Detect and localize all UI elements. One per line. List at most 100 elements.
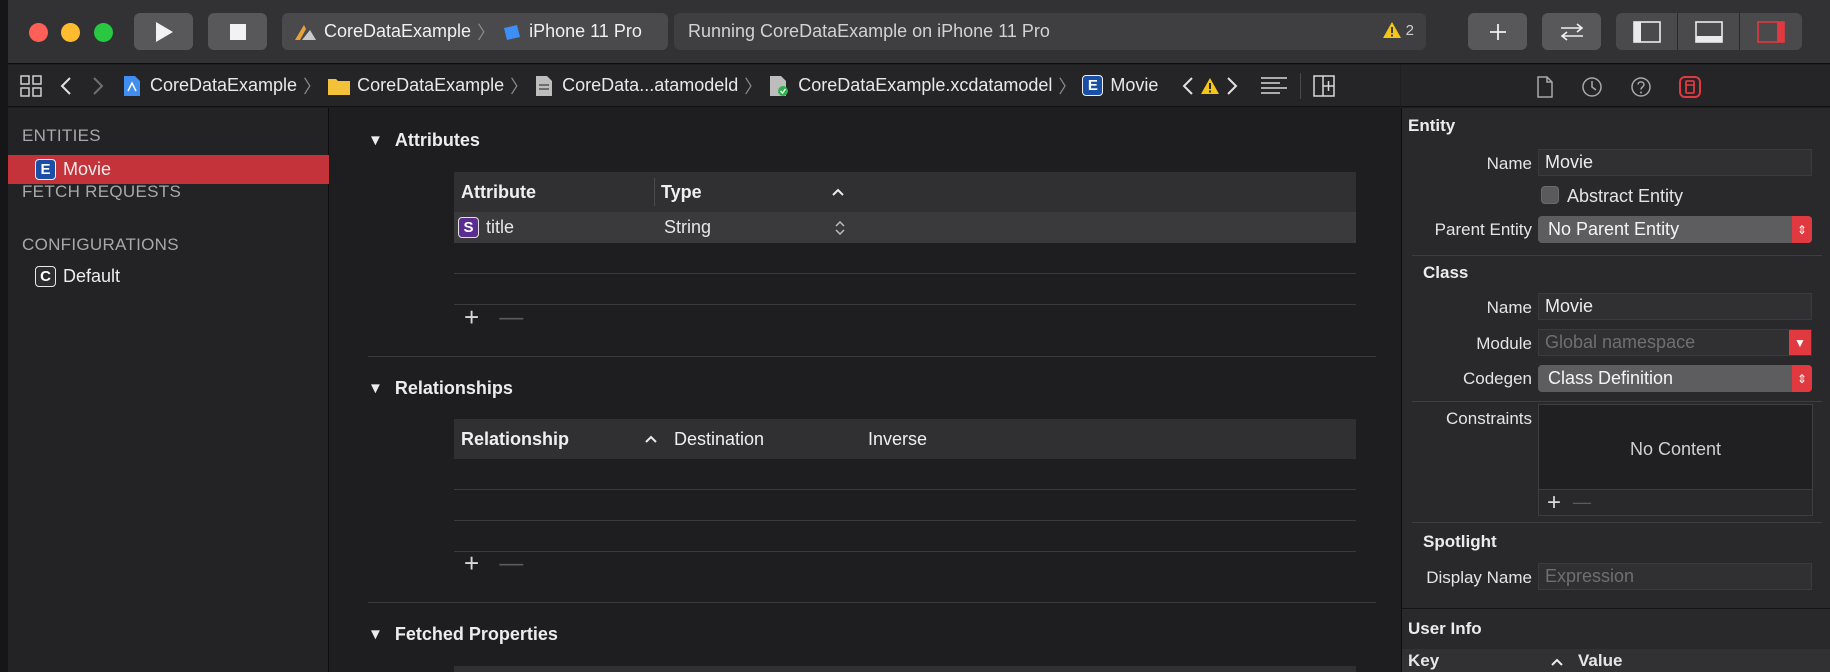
column-header-inverse[interactable]: Inverse [868, 429, 927, 450]
close-window-button[interactable] [29, 23, 48, 42]
inspector-divider [1402, 608, 1830, 609]
file-inspector-icon[interactable] [1536, 76, 1554, 98]
play-icon [155, 21, 173, 42]
column-header-attribute[interactable]: Attribute [461, 182, 536, 203]
data-model-inspector: Entity Name Movie Abstract Entity Parent… [1401, 108, 1830, 672]
attribute-type[interactable]: String [664, 217, 711, 238]
column-header-key[interactable]: Key [1408, 651, 1439, 671]
sort-ascending-icon [645, 435, 657, 443]
parent-entity-popup[interactable]: No Parent Entity ⇕ [1538, 216, 1812, 243]
breadcrumb-label: CoreDataExample.xcdatamodel [798, 75, 1053, 95]
chevron-right-icon: 〉 [1058, 76, 1077, 97]
left-panel-icon [1632, 20, 1661, 43]
code-review-button[interactable] [1542, 13, 1601, 50]
constraints-list[interactable]: No Content + — [1538, 404, 1813, 516]
empty-row [454, 274, 1356, 305]
zoom-window-button[interactable] [94, 23, 113, 42]
relationships-title: Relationships [394, 378, 513, 398]
warning-indicator[interactable]: 2 [1382, 21, 1414, 39]
fetched-properties-section-toggle[interactable]: ▼ Fetched Properties [368, 624, 558, 645]
xcode-window: CoreDataExample 〉 iPhone 11 Pro Running … [8, 0, 1830, 672]
configuration-item-default[interactable]: C Default [8, 262, 329, 291]
breadcrumb-label: CoreDataExample [150, 75, 298, 95]
toggle-navigator-button[interactable] [1616, 13, 1678, 50]
configurations-header: CONFIGURATIONS [22, 235, 179, 254]
entity-name-field[interactable]: Movie [1538, 149, 1812, 176]
class-name-label: Name [1486, 298, 1532, 317]
scheme-selector[interactable]: CoreDataExample 〉 iPhone 11 Pro [282, 13, 668, 50]
breadcrumb-project[interactable]: CoreDataExample [122, 75, 297, 97]
relationships-add-remove: + — [464, 548, 523, 579]
toolbar: CoreDataExample 〉 iPhone 11 Pro Running … [8, 0, 1830, 64]
breadcrumb-entity[interactable]: E Movie [1082, 75, 1158, 96]
breadcrumb-datamodeld[interactable]: CoreData...atamodeld [534, 75, 738, 97]
column-header-destination[interactable]: Destination [674, 429, 764, 450]
breadcrumb-label: CoreData...atamodeld [562, 75, 739, 95]
column-header-relationship[interactable]: Relationship [461, 429, 569, 450]
class-name-field[interactable]: Movie [1538, 293, 1812, 320]
codegen-popup[interactable]: Class Definition ⇕ [1538, 365, 1812, 392]
data-model-inspector-icon[interactable] [1678, 75, 1702, 99]
display-name-field[interactable]: Expression [1538, 563, 1812, 590]
chevron-updown-icon: ⇕ [1792, 365, 1812, 392]
abstract-entity-checkbox[interactable] [1541, 186, 1559, 204]
add-relationship-button[interactable]: + [464, 548, 479, 579]
warning-icon[interactable] [1200, 77, 1220, 95]
column-header-type[interactable]: Type [661, 182, 702, 203]
library-button[interactable] [1468, 13, 1527, 50]
user-info-table-header: Key Value [1402, 649, 1830, 672]
attributes-section-toggle[interactable]: ▼ Attributes [368, 130, 480, 151]
editor-options-icon[interactable] [1260, 76, 1288, 96]
string-attribute-icon: S [458, 216, 479, 238]
entity-icon: E [1082, 75, 1104, 96]
relationships-table-header: Relationship Destination Inverse [454, 419, 1356, 459]
empty-row [454, 459, 1356, 490]
related-items-icon[interactable] [20, 74, 42, 97]
toggle-debug-area-button[interactable] [1678, 13, 1740, 50]
stop-icon [229, 23, 246, 40]
section-divider [368, 356, 1376, 357]
minimize-window-button[interactable] [61, 23, 80, 42]
quick-help-icon[interactable] [1630, 76, 1652, 98]
back-arrow-icon[interactable] [60, 76, 72, 96]
breadcrumb-label: Movie [1110, 75, 1159, 95]
next-issue-icon[interactable] [1226, 76, 1238, 96]
chevron-down-icon[interactable]: ▼ [1789, 330, 1811, 355]
remove-constraint-button[interactable]: — [1573, 492, 1591, 513]
stop-button[interactable] [208, 13, 267, 50]
history-inspector-icon[interactable] [1581, 76, 1603, 98]
relationships-section-toggle[interactable]: ▼ Relationships [368, 378, 513, 399]
remove-relationship-button[interactable]: — [499, 550, 523, 578]
codegen-value: Class Definition [1548, 368, 1674, 388]
toggle-inspector-button[interactable] [1740, 13, 1802, 50]
run-button[interactable] [134, 13, 193, 50]
add-constraint-button[interactable]: + [1547, 489, 1561, 517]
empty-row [454, 243, 1356, 274]
constraints-empty-text: No Content [1629, 439, 1722, 459]
iphone-icon [504, 24, 521, 40]
remove-attribute-button[interactable]: — [499, 304, 523, 332]
attribute-row[interactable]: S title String [454, 212, 1356, 243]
add-editor-icon[interactable] [1313, 74, 1336, 97]
plus-icon [1489, 23, 1506, 40]
breadcrumb-folder[interactable]: CoreDataExample [327, 75, 504, 96]
entity-item-movie[interactable]: E Movie [8, 155, 329, 184]
configuration-label: Default [63, 266, 121, 286]
stepper-chevron-icon[interactable] [834, 219, 846, 237]
fetched-properties-title: Fetched Properties [394, 624, 558, 644]
column-header-value[interactable]: Value [1578, 651, 1622, 671]
sort-ascending-icon [832, 188, 844, 196]
attribute-name[interactable]: title [486, 217, 514, 238]
sort-ascending-icon [1551, 658, 1563, 666]
add-attribute-button[interactable]: + [464, 302, 479, 333]
entity-icon: E [35, 159, 56, 180]
chevron-updown-icon: ⇕ [1792, 216, 1812, 243]
disclosure-triangle-icon: ▼ [368, 132, 383, 149]
previous-issue-icon[interactable] [1182, 76, 1194, 96]
breadcrumb-xcdatamodel[interactable]: CoreDataExample.xcdatamodel [768, 75, 1052, 97]
attributes-table-header: Attribute Type [454, 172, 1356, 212]
jump-bar: CoreDataExample 〉 CoreDataExample 〉 Core… [8, 65, 1400, 107]
module-field[interactable]: Global namespace ▼ [1538, 329, 1812, 356]
warning-count: 2 [1405, 21, 1414, 39]
forward-arrow-icon[interactable] [92, 76, 104, 96]
